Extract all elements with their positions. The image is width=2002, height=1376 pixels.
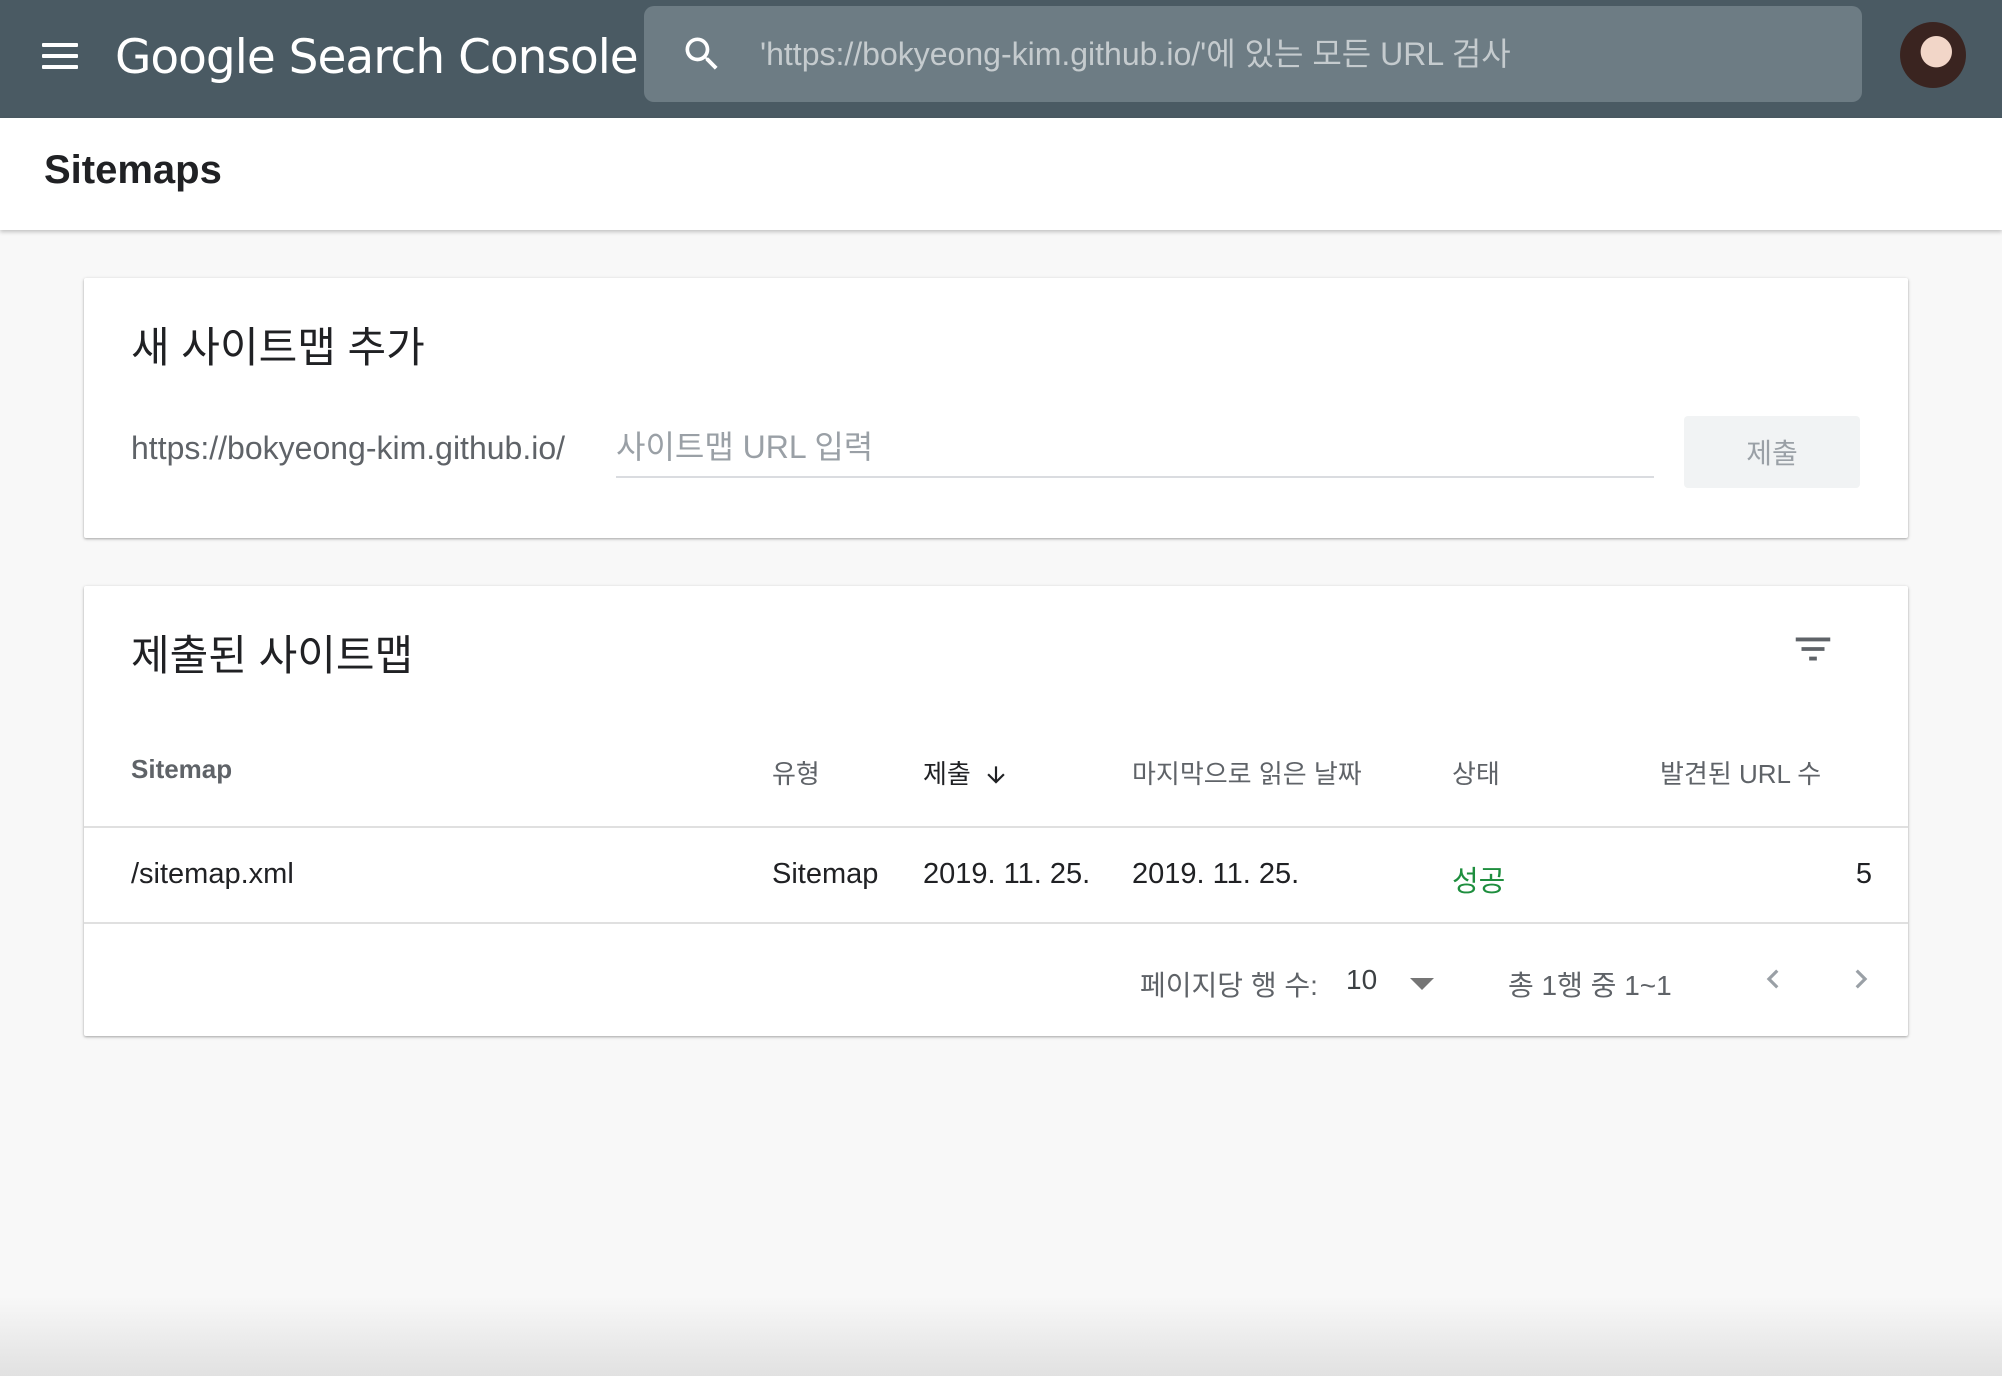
column-header-submitted-label: 제출: [923, 759, 971, 789]
column-header-discovered-urls[interactable]: 발견된 URL 수: [1660, 754, 1821, 791]
search-icon[interactable]: [680, 32, 724, 76]
column-header-sitemap[interactable]: Sitemap: [131, 754, 232, 785]
header-divider: [84, 826, 1908, 828]
cell-status: 성공: [1452, 866, 1506, 898]
column-header-last-read[interactable]: 마지막으로 읽은 날짜: [1132, 754, 1362, 791]
rows-per-page-select[interactable]: 10: [1346, 958, 1444, 1002]
chevron-left-icon[interactable]: [1754, 960, 1792, 998]
chevron-right-icon[interactable]: [1842, 960, 1880, 998]
column-header-status[interactable]: 상태: [1452, 754, 1500, 791]
row-divider: [84, 922, 1908, 924]
pagination-range: 총 1행 중 1~1: [1508, 970, 1672, 1001]
avatar[interactable]: [1900, 22, 1966, 88]
filter-icon[interactable]: [1790, 626, 1836, 672]
column-header-submitted[interactable]: 제출: [923, 754, 1009, 791]
add-sitemap-title: 새 사이트맵 추가: [131, 324, 425, 371]
cell-submitted: 2019. 11. 25.: [923, 858, 1091, 890]
search-input[interactable]: [760, 24, 1840, 84]
url-inspection-search[interactable]: [644, 6, 1862, 102]
cell-discovered-urls: 5: [1855, 858, 1872, 890]
submitted-sitemaps-title: 제출된 사이트맵: [131, 632, 414, 679]
rows-per-page-value: 10: [1346, 964, 1378, 995]
menu-icon[interactable]: [34, 30, 86, 82]
top-app-bar: Google Search Console: [0, 0, 2002, 118]
arrow-down-icon[interactable]: [983, 762, 1009, 788]
site-url-prefix: https://bokyeong-kim.github.io/: [131, 430, 566, 466]
column-header-type[interactable]: 유형: [772, 754, 820, 791]
product-logo[interactable]: Google Search Console: [115, 24, 639, 90]
page-header: Sitemaps: [0, 118, 2002, 230]
submitted-sitemaps-card: 제출된 사이트맵 Sitemap 유형 제출 마지막으로 읽은 날짜 상태 발견…: [84, 586, 1908, 1036]
cell-type: Sitemap: [772, 858, 879, 890]
submit-button[interactable]: 제출: [1684, 416, 1860, 488]
cell-sitemap[interactable]: /sitemap.xml: [131, 858, 294, 891]
caret-down-icon: [1410, 978, 1434, 990]
bottom-shadow: [0, 1296, 2002, 1376]
add-sitemap-card: 새 사이트맵 추가 https://bokyeong-kim.github.io…: [84, 278, 1908, 538]
rows-per-page-label: 페이지당 행 수:: [1140, 970, 1318, 1001]
page-title: Sitemaps: [44, 148, 222, 192]
sitemap-url-input[interactable]: [616, 418, 1654, 478]
cell-last-read: 2019. 11. 25.: [1132, 858, 1300, 890]
